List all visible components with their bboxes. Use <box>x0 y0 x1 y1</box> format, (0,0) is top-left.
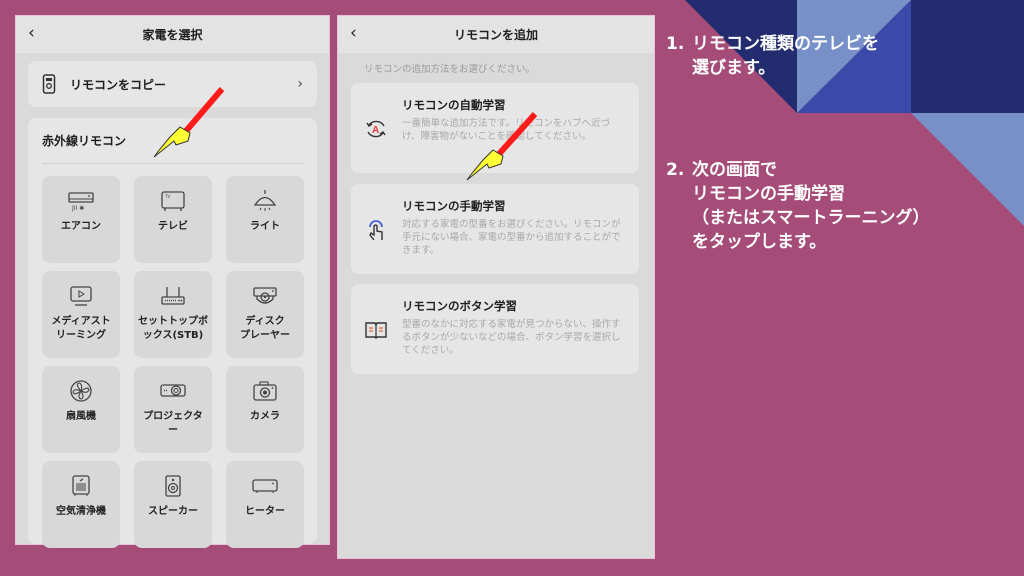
book-icon <box>365 322 387 339</box>
air-purifier-icon <box>72 475 90 496</box>
tap-hand-icon <box>369 220 383 241</box>
device-label: スピーカー <box>148 506 198 517</box>
copy-remote-label: リモコンをコピー <box>70 77 167 92</box>
step-text-line: 選びます。 <box>692 58 776 78</box>
device-label: セットトップボ ックス(STB) <box>138 316 208 341</box>
fan-icon <box>70 380 92 402</box>
light-icon <box>253 190 277 211</box>
option-title: リモコンの手動学習 <box>402 199 506 213</box>
device-tile-light[interactable]: ライト <box>226 176 304 263</box>
instruction-hint: リモコンの追加方法をお選びください。 <box>364 64 536 75</box>
device-label: 扇風機 <box>66 411 96 422</box>
device-tile-air-conditioner[interactable]: JII ✱ エアコン <box>42 176 120 263</box>
option-title: リモコンのボタン学習 <box>402 299 517 313</box>
device-tile-set-top-box[interactable]: セットトップボ ックス(STB) <box>134 271 212 358</box>
screen-title: 家電を選択 <box>142 28 203 42</box>
auto-learn-icon: A <box>366 120 386 138</box>
speaker-icon <box>165 475 181 497</box>
device-tile-fan[interactable]: 扇風機 <box>42 366 120 453</box>
button-learn-option[interactable]: リモコンのボタン学習 型番のなかに対応する家電が見つからない、操作するボタンが少… <box>351 284 639 374</box>
device-label: カメラ <box>250 411 280 422</box>
nav-bar: ‹ 家電を選択 <box>16 16 329 53</box>
step-text-line: リモコンの手動学習 <box>692 184 845 204</box>
device-label: エアコン <box>61 221 101 232</box>
select-appliance-screen: ‹ 家電を選択 リモコンをコピー › 赤外線リモコン JII ✱ エアコン TV… <box>15 15 330 548</box>
manual-learn-option[interactable]: リモコンの手動学習 対応する家電の型番をお選びください。リモコンが手元にない場合… <box>351 184 639 274</box>
screen-title: リモコンを追加 <box>453 28 538 42</box>
svg-text:JII ✱: JII ✱ <box>71 205 84 212</box>
media-streaming-icon <box>70 286 92 306</box>
device-tile-projector[interactable]: プロジェクタ ー <box>134 366 212 453</box>
device-label: ライト <box>250 221 280 232</box>
instruction-step-2: 2. 次の画面で リモコンの手動学習 （またはスマートラーニング） をタップします… <box>666 158 930 254</box>
device-tile-tv[interactable]: TV テレビ <box>134 176 212 263</box>
set-top-box-icon <box>161 287 185 305</box>
device-tile-camera[interactable]: カメラ <box>226 366 304 453</box>
device-tile-disc-player[interactable]: ディスク プレーヤー <box>226 271 304 358</box>
nav-bar: ‹ リモコンを追加 <box>338 16 654 53</box>
tv-icon: TV <box>161 191 185 211</box>
step-number: 2. <box>666 160 685 180</box>
heater-icon <box>252 479 278 493</box>
option-description: 一番簡単な追加方法です。リモコンをハブへ近づけ、障害物がないことを確認してくださ… <box>402 118 611 142</box>
step-text-line: （またはスマートラーニング） <box>692 208 930 228</box>
device-label: テレビ <box>158 221 188 232</box>
disc-player-icon <box>253 287 277 304</box>
air-conditioner-icon: JII ✱ <box>68 192 94 212</box>
device-tile-air-purifier[interactable]: 空気清浄機 <box>42 461 120 548</box>
section-heading: 赤外線リモコン <box>42 134 127 148</box>
device-label: プロジェクタ ー <box>143 411 203 436</box>
auto-learn-option[interactable]: A リモコンの自動学習 一番簡単な追加方法です。リモコンをハブへ近づけ、障害物が… <box>351 83 639 173</box>
divider <box>42 163 303 164</box>
step-text-line: 次の画面で <box>692 160 777 180</box>
svg-text:A: A <box>372 125 379 136</box>
chevron-right-icon: › <box>297 76 303 92</box>
step-text-line: リモコン種類のテレビを <box>692 34 879 54</box>
infrared-remote-section: 赤外線リモコン JII ✱ エアコン TV テレビ ライト メディアスト リーミ… <box>28 118 317 548</box>
step-number: 1. <box>666 34 685 54</box>
copy-remote-button[interactable]: リモコンをコピー › <box>28 61 317 107</box>
option-description: 対応する家電の型番をお選びください。リモコンが手元にない場合、家電の型番から追加… <box>402 219 621 256</box>
option-title: リモコンの自動学習 <box>402 98 506 112</box>
svg-text:TV: TV <box>164 194 170 199</box>
device-label: 空気清浄機 <box>56 506 106 517</box>
device-grid: JII ✱ エアコン TV テレビ ライト メディアスト リーミング セットトッ… <box>42 176 304 548</box>
step-text-line: をタップします。 <box>692 232 827 252</box>
device-label: メディアスト リーミング <box>51 316 111 341</box>
back-chevron-icon[interactable]: ‹ <box>28 23 35 43</box>
device-label: ヒーター <box>245 506 285 517</box>
back-chevron-icon[interactable]: ‹ <box>350 23 357 43</box>
remote-icon <box>42 74 56 94</box>
device-label: ディスク プレーヤー <box>240 316 290 341</box>
camera-icon <box>253 381 277 401</box>
device-tile-speaker[interactable]: スピーカー <box>134 461 212 548</box>
instruction-step-1: 1. リモコン種類のテレビを 選びます。 <box>666 32 879 80</box>
device-tile-media-streaming[interactable]: メディアスト リーミング <box>42 271 120 358</box>
option-description: 型番のなかに対応する家電が見つからない、操作するボタンが少ないなどの場合、ボタン… <box>402 319 621 356</box>
add-remote-screen: ‹ リモコンを追加 リモコンの追加方法をお選びください。 A リモコンの自動学習… <box>337 15 655 559</box>
device-tile-heater[interactable]: ヒーター <box>226 461 304 548</box>
projector-icon <box>160 384 186 397</box>
